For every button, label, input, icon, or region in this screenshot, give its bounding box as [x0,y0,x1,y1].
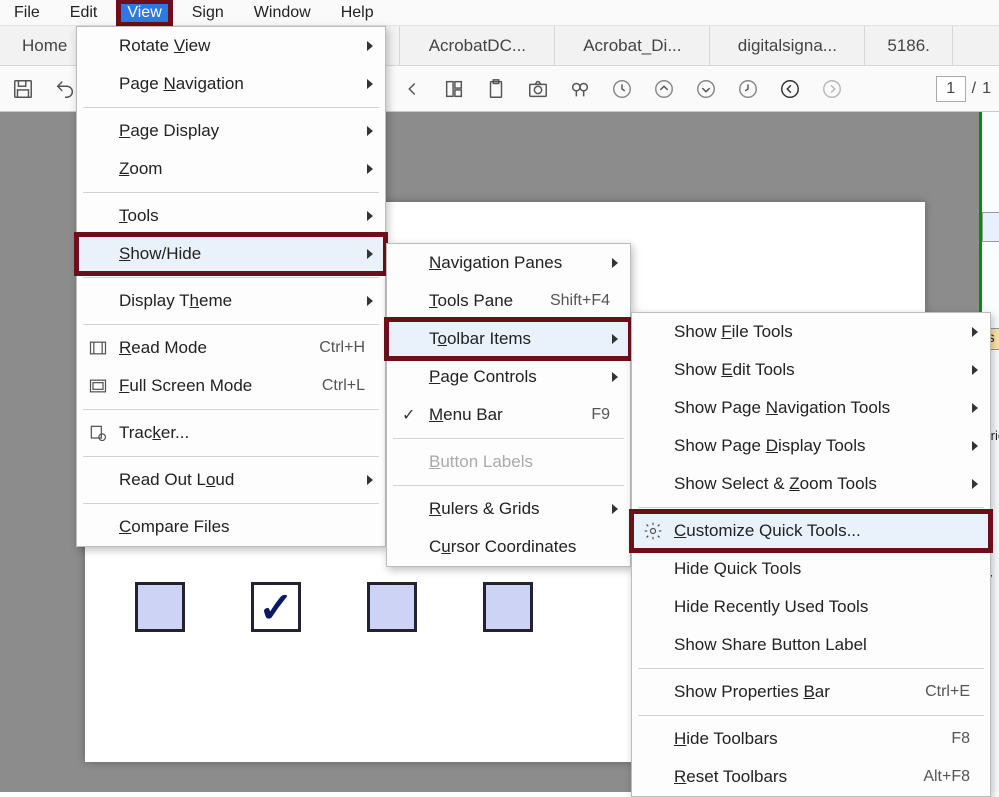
save-icon[interactable] [8,74,38,104]
menuitem-show-properties-bar[interactable]: Show Properties BarCtrl+E [632,673,990,711]
menuitem-reset-toolbars[interactable]: Reset ToolbarsAlt+F8 [632,758,990,796]
menuitem-hide-recent-tools[interactable]: Hide Recently Used Tools [632,588,990,626]
rotate-ccw-icon[interactable] [733,74,763,104]
page-total-hint: 1 [982,80,991,98]
menuitem-button-labels: Button Labels [387,443,630,481]
menuitem-rotate-view[interactable]: Rotate View [77,27,385,65]
menuitem-hide-quick-tools[interactable]: Hide Quick Tools [632,550,990,588]
menuitem-menu-bar[interactable]: ✓Menu BarF9 [387,396,630,434]
read-mode-icon [87,337,109,359]
menu-sign[interactable]: Sign [184,2,232,24]
checkbox-row [135,582,533,632]
menuitem-read-mode[interactable]: Read ModeCtrl+H [77,329,385,367]
menuitem-show-page-disp-tools[interactable]: Show Page Display Tools [632,427,990,465]
tab-file-3[interactable]: Acrobat_Di... [555,26,710,65]
check-icon: ✓ [402,405,415,425]
menuitem-navigation-panes[interactable]: Navigation Panes [387,244,630,282]
page-current[interactable]: 1 [936,76,966,102]
menuitem-fullscreen[interactable]: Full Screen ModeCtrl+L [77,367,385,405]
menuitem-page-display[interactable]: Page Display [77,112,385,150]
tab-file-4[interactable]: digitalsigna... [710,26,865,65]
up-icon[interactable] [649,74,679,104]
menu-view[interactable]: View [119,2,169,24]
page-indicator: 1 / 1 [936,76,991,102]
menuitem-show-edit-tools[interactable]: Show Edit Tools [632,351,990,389]
checkbox-3[interactable] [367,582,417,632]
find-icon[interactable] [565,74,595,104]
menuitem-compare-files[interactable]: Compare Files [77,508,385,546]
view-menu-dropdown: Rotate View Page Navigation Page Display… [76,26,386,547]
toolbar-items-submenu: Show File Tools Show Edit Tools Show Pag… [631,312,991,797]
fullscreen-icon [87,375,109,397]
gear-icon [642,520,664,542]
forward-icon[interactable] [817,74,847,104]
snapshot-icon[interactable] [523,74,553,104]
menuitem-tools-pane[interactable]: Tools PaneShift+F4 [387,282,630,320]
menuitem-tracker[interactable]: Tracker... [77,414,385,452]
menuitem-toolbar-items[interactable]: Toolbar Items [387,320,630,358]
menuitem-tools[interactable]: Tools [77,197,385,235]
tracker-icon [87,422,109,444]
prev-icon[interactable] [397,74,427,104]
rotate-cw-icon[interactable] [607,74,637,104]
menuitem-show-page-nav-tools[interactable]: Show Page Navigation Tools [632,389,990,427]
menu-help[interactable]: Help [333,2,382,24]
menuitem-cursor-coordinates[interactable]: Cursor Coordinates [387,528,630,566]
checkbox-4[interactable] [483,582,533,632]
menuitem-hide-toolbars[interactable]: Hide ToolbarsF8 [632,720,990,758]
menuitem-show-zoom-tools[interactable]: Show Select & Zoom Tools [632,465,990,503]
menuitem-rulers-grids[interactable]: Rulers & Grids [387,490,630,528]
menuitem-read-out-loud[interactable]: Read Out Loud [77,461,385,499]
menuitem-show-file-tools[interactable]: Show File Tools [632,313,990,351]
layout-icon[interactable] [439,74,469,104]
menuitem-show-share-label[interactable]: Show Share Button Label [632,626,990,664]
back-icon[interactable] [775,74,805,104]
checkbox-2-checked[interactable] [251,582,301,632]
menuitem-zoom[interactable]: Zoom [77,150,385,188]
checkbox-1[interactable] [135,582,185,632]
tab-file-2[interactable]: AcrobatDC... [400,26,555,65]
tab-file-5[interactable]: 5186. [865,26,953,65]
down-icon[interactable] [691,74,721,104]
menuitem-page-controls[interactable]: Page Controls [387,358,630,396]
menu-edit[interactable]: Edit [62,2,106,24]
menuitem-show-hide[interactable]: Show/Hide [77,235,385,273]
menuitem-customize-quick-tools[interactable]: Customize Quick Tools... [632,512,990,550]
show-hide-submenu: Navigation Panes Tools PaneShift+F4 Tool… [386,243,631,567]
menuitem-display-theme[interactable]: Display Theme [77,282,385,320]
menuitem-page-navigation[interactable]: Page Navigation [77,65,385,103]
clipboard-icon[interactable] [481,74,511,104]
menu-window[interactable]: Window [246,2,319,24]
menu-file[interactable]: File [6,2,48,24]
menubar: File Edit View Sign Window Help [0,0,999,26]
